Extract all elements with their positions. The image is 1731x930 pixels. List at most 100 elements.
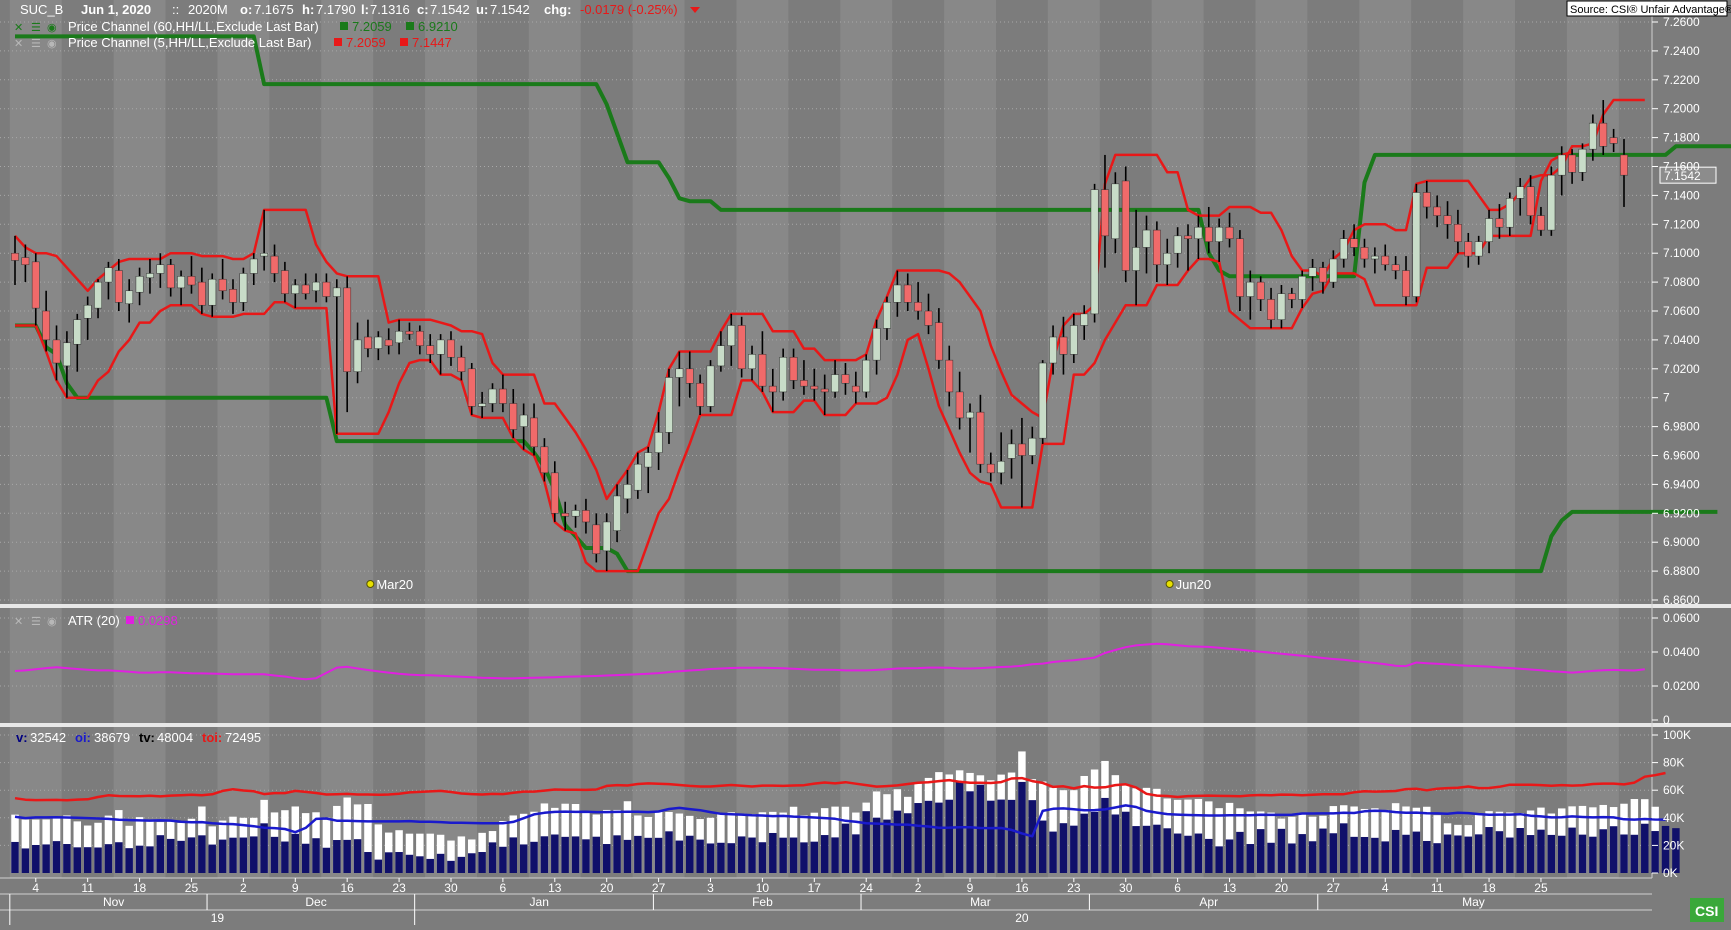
volume-bar[interactable] bbox=[1485, 827, 1493, 873]
volume-bar[interactable] bbox=[665, 831, 673, 873]
volume-bar[interactable] bbox=[800, 842, 808, 873]
volume-bar[interactable] bbox=[1568, 827, 1576, 873]
candle[interactable] bbox=[187, 276, 196, 286]
candle[interactable] bbox=[11, 252, 19, 261]
candle[interactable] bbox=[789, 356, 798, 381]
volume-bar[interactable] bbox=[634, 835, 642, 873]
candle[interactable] bbox=[125, 290, 134, 305]
volume-bar[interactable] bbox=[104, 844, 113, 873]
candle[interactable] bbox=[654, 432, 663, 453]
candle[interactable] bbox=[395, 330, 403, 344]
volume-bar[interactable] bbox=[177, 840, 185, 873]
candle[interactable] bbox=[1236, 238, 1244, 297]
candle[interactable] bbox=[114, 270, 123, 303]
volume-bar[interactable] bbox=[519, 844, 528, 873]
candle[interactable] bbox=[1329, 258, 1338, 283]
eye-icon[interactable]: ◉ bbox=[47, 38, 57, 50]
volume-bar[interactable] bbox=[1454, 835, 1462, 873]
menu-icon[interactable]: ☰ bbox=[31, 616, 41, 628]
candle[interactable] bbox=[73, 319, 82, 345]
volume-bar[interactable] bbox=[250, 836, 258, 873]
volume-bar[interactable] bbox=[73, 847, 82, 873]
volume-bar[interactable] bbox=[1360, 836, 1369, 873]
candle[interactable] bbox=[914, 302, 922, 312]
volume-bar[interactable] bbox=[146, 846, 154, 873]
candle[interactable] bbox=[1069, 325, 1078, 355]
volume-bar[interactable] bbox=[156, 835, 165, 873]
candle[interactable] bbox=[1080, 313, 1089, 326]
eye-icon[interactable]: ◉ bbox=[47, 616, 57, 628]
candle[interactable] bbox=[696, 383, 705, 407]
volume-bar[interactable] bbox=[52, 841, 61, 873]
volume-bar[interactable] bbox=[903, 813, 912, 873]
candle[interactable] bbox=[1049, 336, 1057, 364]
candle[interactable] bbox=[582, 510, 590, 523]
volume-bar[interactable] bbox=[1391, 829, 1400, 873]
candle[interactable] bbox=[1121, 180, 1130, 271]
candle[interactable] bbox=[1163, 252, 1172, 266]
volume-bar[interactable] bbox=[810, 841, 819, 873]
legend-pc60[interactable]: ✕ ☰ ◉ Price Channel (60,HH/LL,Exclude La… bbox=[14, 19, 458, 34]
candle[interactable] bbox=[571, 510, 580, 517]
volume-bar[interactable] bbox=[1506, 837, 1514, 873]
volume-bar[interactable] bbox=[364, 852, 372, 873]
volume-bar[interactable] bbox=[187, 837, 196, 873]
candle[interactable] bbox=[831, 374, 839, 393]
volume-bar[interactable] bbox=[208, 844, 216, 873]
candle[interactable] bbox=[260, 252, 269, 257]
candle[interactable] bbox=[602, 521, 611, 552]
candle[interactable] bbox=[820, 388, 829, 393]
candle[interactable] bbox=[343, 287, 352, 372]
volume-bar[interactable] bbox=[737, 836, 746, 873]
volume-bar[interactable] bbox=[312, 838, 320, 873]
marker-dot[interactable] bbox=[1165, 580, 1174, 588]
candle[interactable] bbox=[976, 411, 985, 465]
candle[interactable] bbox=[104, 267, 113, 283]
candle[interactable] bbox=[229, 289, 237, 303]
candle[interactable] bbox=[1256, 281, 1265, 300]
candle[interactable] bbox=[1464, 241, 1473, 257]
volume-bar[interactable] bbox=[831, 837, 839, 873]
candle[interactable] bbox=[1018, 443, 1026, 456]
candle[interactable] bbox=[499, 388, 507, 404]
volume-bar[interactable] bbox=[94, 847, 102, 873]
volume-bar[interactable] bbox=[1630, 834, 1639, 873]
volume-bar[interactable] bbox=[83, 847, 92, 873]
volume-bar[interactable] bbox=[1350, 836, 1358, 873]
volume-bar[interactable] bbox=[63, 844, 71, 873]
candle[interactable] bbox=[706, 365, 715, 407]
volume-bar[interactable] bbox=[239, 837, 248, 873]
candle[interactable] bbox=[270, 255, 279, 274]
volume-bar[interactable] bbox=[115, 842, 123, 873]
candle[interactable] bbox=[779, 356, 788, 393]
volume-bar[interactable] bbox=[717, 842, 725, 873]
candle[interactable] bbox=[426, 345, 435, 355]
candle[interactable] bbox=[1557, 154, 1566, 176]
volume-bar[interactable] bbox=[1298, 834, 1306, 873]
volume-bar[interactable] bbox=[914, 803, 922, 873]
volume-bar[interactable] bbox=[530, 841, 538, 873]
volume-bar[interactable] bbox=[1371, 837, 1379, 873]
candle[interactable] bbox=[364, 336, 372, 349]
candle[interactable] bbox=[322, 281, 331, 297]
volume-bar[interactable] bbox=[1516, 828, 1524, 873]
volume-bar[interactable] bbox=[509, 837, 518, 873]
volume-bar[interactable] bbox=[987, 800, 995, 873]
candle[interactable] bbox=[1474, 241, 1483, 257]
volume-bar[interactable] bbox=[1319, 828, 1327, 873]
candle[interactable] bbox=[540, 446, 549, 474]
candle[interactable] bbox=[1620, 154, 1628, 176]
volume-bar[interactable] bbox=[686, 835, 694, 873]
candle[interactable] bbox=[1267, 299, 1275, 320]
candle[interactable] bbox=[1485, 218, 1493, 242]
volume-bar[interactable] bbox=[229, 837, 237, 873]
volume-bar[interactable] bbox=[1547, 834, 1556, 873]
candle[interactable] bbox=[1287, 293, 1296, 300]
volume-bar[interactable] bbox=[1557, 835, 1566, 873]
volume-bar[interactable] bbox=[623, 839, 632, 873]
candle[interactable] bbox=[384, 339, 393, 346]
candle[interactable] bbox=[1454, 224, 1462, 242]
volume-bar[interactable] bbox=[1474, 834, 1483, 873]
volume-bar[interactable] bbox=[841, 823, 850, 873]
volume-bar[interactable] bbox=[883, 819, 891, 873]
